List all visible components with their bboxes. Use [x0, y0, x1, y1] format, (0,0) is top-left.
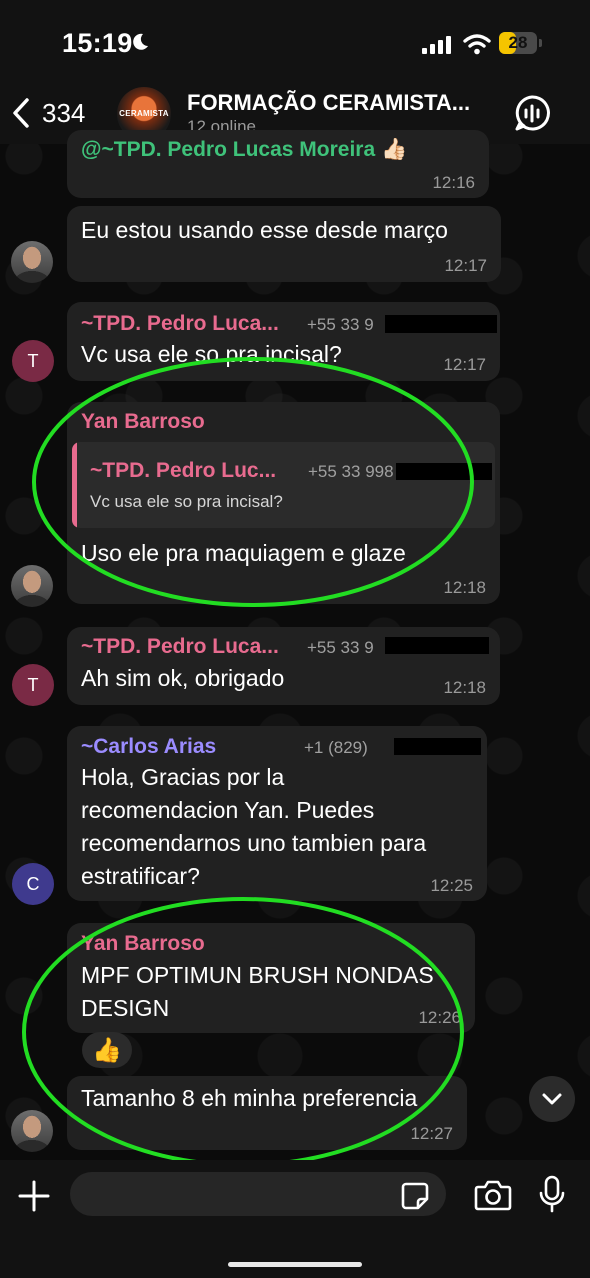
message-time: 12:16	[432, 173, 475, 192]
message-bubble[interactable]: Yan Barroso ~TPD. Pedro Luc... +55 33 99…	[67, 402, 500, 604]
sender-phone: +55 33 9	[307, 638, 374, 657]
battery-indicator: 28	[499, 32, 537, 54]
message-bubble[interactable]: Eu estou usando esse desde março 12:17	[67, 206, 501, 282]
microphone-icon[interactable]	[538, 1175, 566, 1215]
chevron-left-icon	[13, 98, 29, 128]
group-avatar-logo-text: CERAMISTA	[119, 109, 169, 118]
home-indicator[interactable]	[228, 1262, 362, 1267]
message-time: 12:27	[410, 1124, 453, 1143]
voice-chat-icon[interactable]	[512, 93, 552, 133]
message-sender[interactable]: ~TPD. Pedro Luca...	[81, 635, 279, 659]
message-sender[interactable]: Yan Barroso	[81, 410, 205, 434]
avatar[interactable]: T	[12, 664, 54, 706]
scroll-down-button[interactable]	[529, 1076, 575, 1122]
message-time: 12:26	[418, 1008, 461, 1027]
message-time: 12:17	[444, 256, 487, 275]
battery-level: 28	[508, 33, 528, 52]
message-input[interactable]	[70, 1172, 446, 1216]
message-text-line: estratificar?	[81, 863, 200, 889]
avatar[interactable]: C	[12, 863, 54, 905]
avatar[interactable]	[11, 565, 53, 607]
message-sender[interactable]: ~TPD. Pedro Luca...	[81, 312, 279, 336]
message-text-line: Hola, Gracias por la	[81, 764, 285, 790]
thumbs-up-icon: 👍	[92, 1036, 122, 1064]
quote-accent-bar	[72, 442, 77, 528]
message-text-line: MPF OPTIMUN BRUSH NONDAS	[81, 962, 434, 988]
message-bubble[interactable]: ~Carlos Arias +1 (829) Hola, Gracias por…	[67, 726, 487, 901]
status-time: 15:19	[62, 28, 133, 58]
signal-icon	[422, 36, 451, 54]
sender-phone: +55 33 9	[307, 315, 374, 334]
quote-sender: ~TPD. Pedro Luc...	[90, 459, 277, 482]
composer-bar	[0, 1160, 590, 1278]
message-time: 12:18	[443, 678, 486, 697]
chevron-down-icon	[542, 1093, 562, 1105]
avatar-initial: T	[27, 350, 39, 371]
reaction-badge[interactable]: 👍	[82, 1032, 132, 1068]
message-text: Uso ele pra maquiagem e glaze	[81, 540, 406, 566]
message-time: 12:18	[443, 578, 486, 597]
status-bar: 15:19 28	[0, 0, 590, 84]
avatar[interactable]	[11, 1110, 53, 1152]
message-time: 12:25	[430, 876, 473, 895]
sticker-icon[interactable]	[400, 1181, 430, 1211]
unread-count: 334	[42, 97, 86, 128]
quote-phone: +55 33 998	[308, 462, 394, 481]
group-title[interactable]: FORMAÇÃO CERAMISTA...	[187, 90, 470, 116]
message-text-line: recomendacion Yan. Puedes	[81, 797, 375, 823]
avatar-initial: T	[27, 674, 39, 695]
camera-icon[interactable]	[474, 1179, 512, 1211]
sender-phone: +1 (829)	[304, 738, 368, 757]
message-sender[interactable]: Yan Barroso	[81, 932, 205, 956]
avatar[interactable]	[11, 241, 53, 283]
message-text-line: DESIGN	[81, 995, 170, 1021]
reply-quote[interactable]: ~TPD. Pedro Luc... +55 33 998 Vc usa ele…	[72, 442, 495, 528]
wifi-icon	[463, 34, 491, 55]
message-bubble[interactable]: ~TPD. Pedro Luca... +55 33 9 Vc usa ele …	[67, 302, 500, 381]
message-text: Eu estou usando esse desde março	[81, 217, 448, 243]
message-text: Tamanho 8 eh minha preferencia	[81, 1085, 418, 1111]
avatar-initial: C	[26, 873, 40, 894]
moon-icon	[133, 33, 148, 50]
message-bubble[interactable]: Yan Barroso MPF OPTIMUN BRUSH NONDAS DES…	[67, 923, 475, 1033]
message-text: Vc usa ele so pra incisal?	[81, 341, 342, 367]
message-text: Ah sim ok, obrigado	[81, 665, 285, 691]
message-mention[interactable]: @~TPD. Pedro Lucas Moreira 👍🏻	[81, 138, 407, 162]
message-bubble[interactable]: Tamanho 8 eh minha preferencia 12:27	[67, 1076, 467, 1150]
redaction-bar	[385, 637, 489, 654]
battery-cap	[539, 39, 542, 47]
redaction-bar	[396, 463, 492, 480]
message-time: 12:17	[443, 355, 486, 374]
redaction-bar	[394, 738, 481, 755]
quote-text: Vc usa ele so pra incisal?	[90, 492, 283, 511]
redaction-bar	[385, 315, 497, 333]
chat-screen: 15:19 28 334 CERAMISTA FORMAÇÃO CERAMIST…	[0, 0, 590, 1278]
message-text-line: recomendarnos uno tambien para	[81, 830, 427, 856]
message-bubble[interactable]: ~TPD. Pedro Luca... +55 33 9 Ah sim ok, …	[67, 627, 500, 705]
avatar[interactable]: T	[12, 340, 54, 382]
message-bubble[interactable]: @~TPD. Pedro Lucas Moreira 👍🏻 12:16	[67, 130, 489, 198]
plus-icon[interactable]	[16, 1178, 52, 1214]
message-sender[interactable]: ~Carlos Arias	[81, 735, 216, 759]
